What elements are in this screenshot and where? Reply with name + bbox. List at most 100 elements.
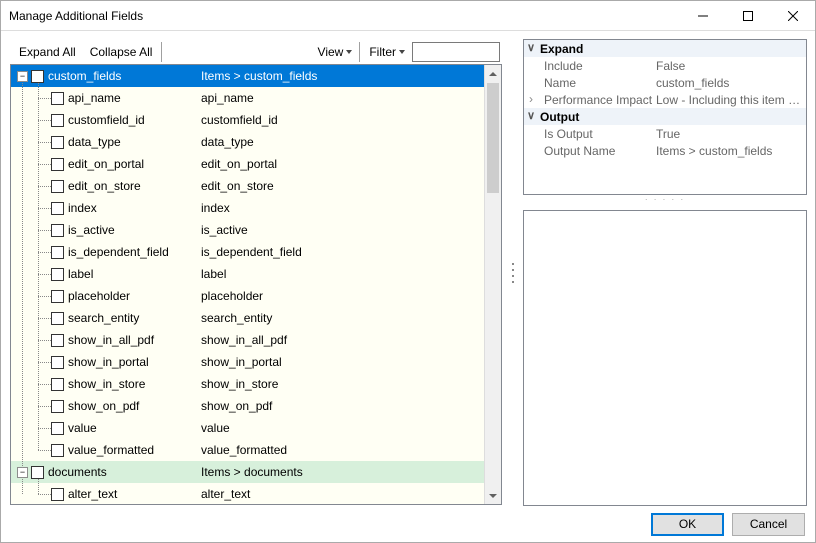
- field-checkbox[interactable]: [51, 312, 64, 325]
- tree-node-is_active[interactable]: is_activeis_active: [11, 219, 484, 241]
- filter-input[interactable]: [412, 42, 500, 62]
- field-checkbox[interactable]: [51, 180, 64, 193]
- field-name: show_in_store: [68, 377, 145, 391]
- field-name: label: [68, 267, 93, 281]
- field-path: index: [201, 201, 484, 215]
- field-checkbox[interactable]: [31, 466, 44, 479]
- field-checkbox[interactable]: [51, 202, 64, 215]
- tree-node-show_in_store[interactable]: show_in_store show_in_store: [11, 373, 484, 395]
- collapse-all-button[interactable]: Collapse All: [83, 42, 160, 62]
- field-checkbox[interactable]: [51, 114, 64, 127]
- prop-name[interactable]: Name custom_fields: [524, 74, 806, 91]
- tree-node-custom_fields[interactable]: − custom_fields Items > custom_fields: [11, 65, 484, 87]
- tree-node-show_on_pdf[interactable]: show_on_pdfshow_on_pdf: [11, 395, 484, 417]
- field-checkbox[interactable]: [51, 158, 64, 171]
- filter-dropdown[interactable]: Filter: [362, 42, 410, 62]
- close-button[interactable]: [770, 1, 815, 30]
- field-path: customfield_id: [201, 113, 484, 127]
- window-title: Manage Additional Fields: [9, 9, 680, 23]
- field-path: is_dependent_field: [201, 245, 484, 259]
- field-checkbox[interactable]: [51, 224, 64, 237]
- collapse-icon: ∨: [527, 43, 535, 54]
- field-path: value_formatted: [201, 443, 484, 457]
- field-checkbox[interactable]: [31, 70, 44, 83]
- dialog-window: Manage Additional Fields Expand All Coll…: [0, 0, 816, 543]
- field-name: edit_on_store: [68, 179, 141, 193]
- dialog-footer: OK Cancel: [1, 506, 815, 542]
- field-checkbox[interactable]: [51, 422, 64, 435]
- scroll-down-icon: [489, 494, 497, 498]
- field-checkbox[interactable]: [51, 378, 64, 391]
- prop-category-output[interactable]: ∨ Output: [524, 108, 806, 125]
- maximize-button[interactable]: [725, 1, 770, 30]
- tree-node-label[interactable]: label label: [11, 263, 484, 285]
- minimize-button[interactable]: [680, 1, 725, 30]
- field-name: custom_fields: [48, 69, 121, 83]
- field-checkbox[interactable]: [51, 356, 64, 369]
- collapse-icon[interactable]: −: [17, 467, 28, 478]
- tree-node-data_type[interactable]: data_typedata_type: [11, 131, 484, 153]
- field-name: placeholder: [68, 289, 130, 303]
- field-path: placeholder: [201, 289, 484, 303]
- field-name: api_name: [68, 91, 121, 105]
- field-checkbox[interactable]: [51, 268, 64, 281]
- ok-button[interactable]: OK: [651, 513, 724, 536]
- field-path: alter_text: [201, 487, 484, 501]
- tree-node-api_name[interactable]: api_name api_name: [11, 87, 484, 109]
- tree-node-edit_on_store[interactable]: edit_on_store edit_on_store: [11, 175, 484, 197]
- content-area: Expand All Collapse All View Filter − cus…: [1, 31, 815, 506]
- field-name: edit_on_portal: [68, 157, 144, 171]
- field-path: edit_on_store: [201, 179, 484, 193]
- field-path: label: [201, 267, 484, 281]
- tree-node-customfield_id[interactable]: customfield_id customfield_id: [11, 109, 484, 131]
- tree-node-value[interactable]: valuevalue: [11, 417, 484, 439]
- collapse-icon: ∨: [527, 111, 535, 122]
- prop-performance-impact[interactable]: Performance Impact Low - Including this …: [524, 91, 806, 108]
- prop-category-expand[interactable]: ∨ Expand: [524, 40, 806, 57]
- expand-all-button[interactable]: Expand All: [12, 42, 83, 62]
- vertical-splitter[interactable]: [511, 39, 515, 506]
- filter-label: Filter: [369, 45, 396, 59]
- field-checkbox[interactable]: [51, 444, 64, 457]
- field-path: api_name: [201, 91, 484, 105]
- field-path: show_in_store: [201, 377, 484, 391]
- vertical-scrollbar[interactable]: [484, 65, 501, 504]
- field-name: customfield_id: [68, 113, 145, 127]
- view-dropdown[interactable]: View: [311, 42, 358, 62]
- right-pane: ∨ Expand Include False Name custom_field…: [523, 39, 807, 506]
- field-checkbox[interactable]: [51, 334, 64, 347]
- field-checkbox[interactable]: [51, 488, 64, 501]
- field-path: show_in_portal: [201, 355, 484, 369]
- field-path: Items > custom_fields: [201, 69, 484, 83]
- scrollbar-thumb[interactable]: [487, 83, 499, 193]
- field-name: index: [68, 201, 97, 215]
- prop-include[interactable]: Include False: [524, 57, 806, 74]
- chevron-down-icon: [399, 50, 405, 54]
- field-checkbox[interactable]: [51, 290, 64, 303]
- field-tree: − custom_fields Items > custom_fields api_n…: [10, 64, 502, 505]
- tree-node-is_dependent_field[interactable]: is_dependent_fieldis_dependent_field: [11, 241, 484, 263]
- prop-is-output[interactable]: Is Output True: [524, 125, 806, 142]
- tree-node-documents[interactable]: −documentsItems > documents: [11, 461, 484, 483]
- field-checkbox[interactable]: [51, 400, 64, 413]
- field-name: data_type: [68, 135, 121, 149]
- field-path: edit_on_portal: [201, 157, 484, 171]
- tree-node-search_entity[interactable]: search_entitysearch_entity: [11, 307, 484, 329]
- titlebar: Manage Additional Fields: [1, 1, 815, 31]
- tree-node-value_formatted[interactable]: value_formattedvalue_formatted: [11, 439, 484, 461]
- prop-output-name[interactable]: Output Name Items > custom_fields: [524, 142, 806, 159]
- tree-node-show_in_portal[interactable]: show_in_portalshow_in_portal: [11, 351, 484, 373]
- tree-node-edit_on_portal[interactable]: edit_on_portal edit_on_portal: [11, 153, 484, 175]
- horizontal-splitter[interactable]: · · · · ·: [523, 198, 807, 204]
- tree-node-placeholder[interactable]: placeholder placeholder: [11, 285, 484, 307]
- field-checkbox[interactable]: [51, 92, 64, 105]
- cancel-button[interactable]: Cancel: [732, 513, 805, 536]
- collapse-icon[interactable]: −: [17, 71, 28, 82]
- field-name: show_on_pdf: [68, 399, 139, 413]
- field-name: show_in_all_pdf: [68, 333, 154, 347]
- tree-node-alter_text[interactable]: alter_textalter_text: [11, 483, 484, 504]
- tree-node-show_in_all_pdf[interactable]: show_in_all_pdfshow_in_all_pdf: [11, 329, 484, 351]
- field-checkbox[interactable]: [51, 136, 64, 149]
- field-checkbox[interactable]: [51, 246, 64, 259]
- tree-node-index[interactable]: index index: [11, 197, 484, 219]
